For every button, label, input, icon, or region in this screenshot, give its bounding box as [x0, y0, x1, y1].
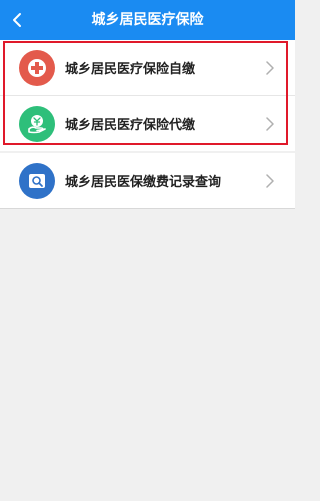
- menu-item-self-pay[interactable]: 城乡居民医疗保险自缴: [0, 40, 295, 95]
- chevron-right-icon: [259, 114, 281, 134]
- page-title: 城乡居民医疗保险: [91, 12, 204, 28]
- menu-item-label: 城乡居民医疗保险代缴: [65, 118, 196, 133]
- menu-item-label: 城乡居民医疗保险自缴: [65, 62, 196, 77]
- menu-list: 城乡居民医疗保险自缴 城乡居民医疗保险代缴: [0, 40, 295, 151]
- chevron-right-icon: [259, 171, 281, 191]
- menu-item-payment-records[interactable]: 城乡居民医保缴费记录查询: [0, 153, 295, 209]
- chevron-right-icon: [259, 58, 281, 78]
- menu-item-proxy-pay[interactable]: 城乡居民医疗保险代缴: [0, 96, 295, 151]
- chevron-left-icon: [13, 13, 21, 27]
- back-button[interactable]: [0, 0, 34, 40]
- search-record-icon: [19, 162, 55, 199]
- yuan-hand-icon: [19, 105, 55, 142]
- menu-item-label: 城乡居民医保缴费记录查询: [65, 175, 222, 190]
- medical-cross-icon: [19, 49, 55, 86]
- app-header: 城乡居民医疗保险: [0, 0, 295, 40]
